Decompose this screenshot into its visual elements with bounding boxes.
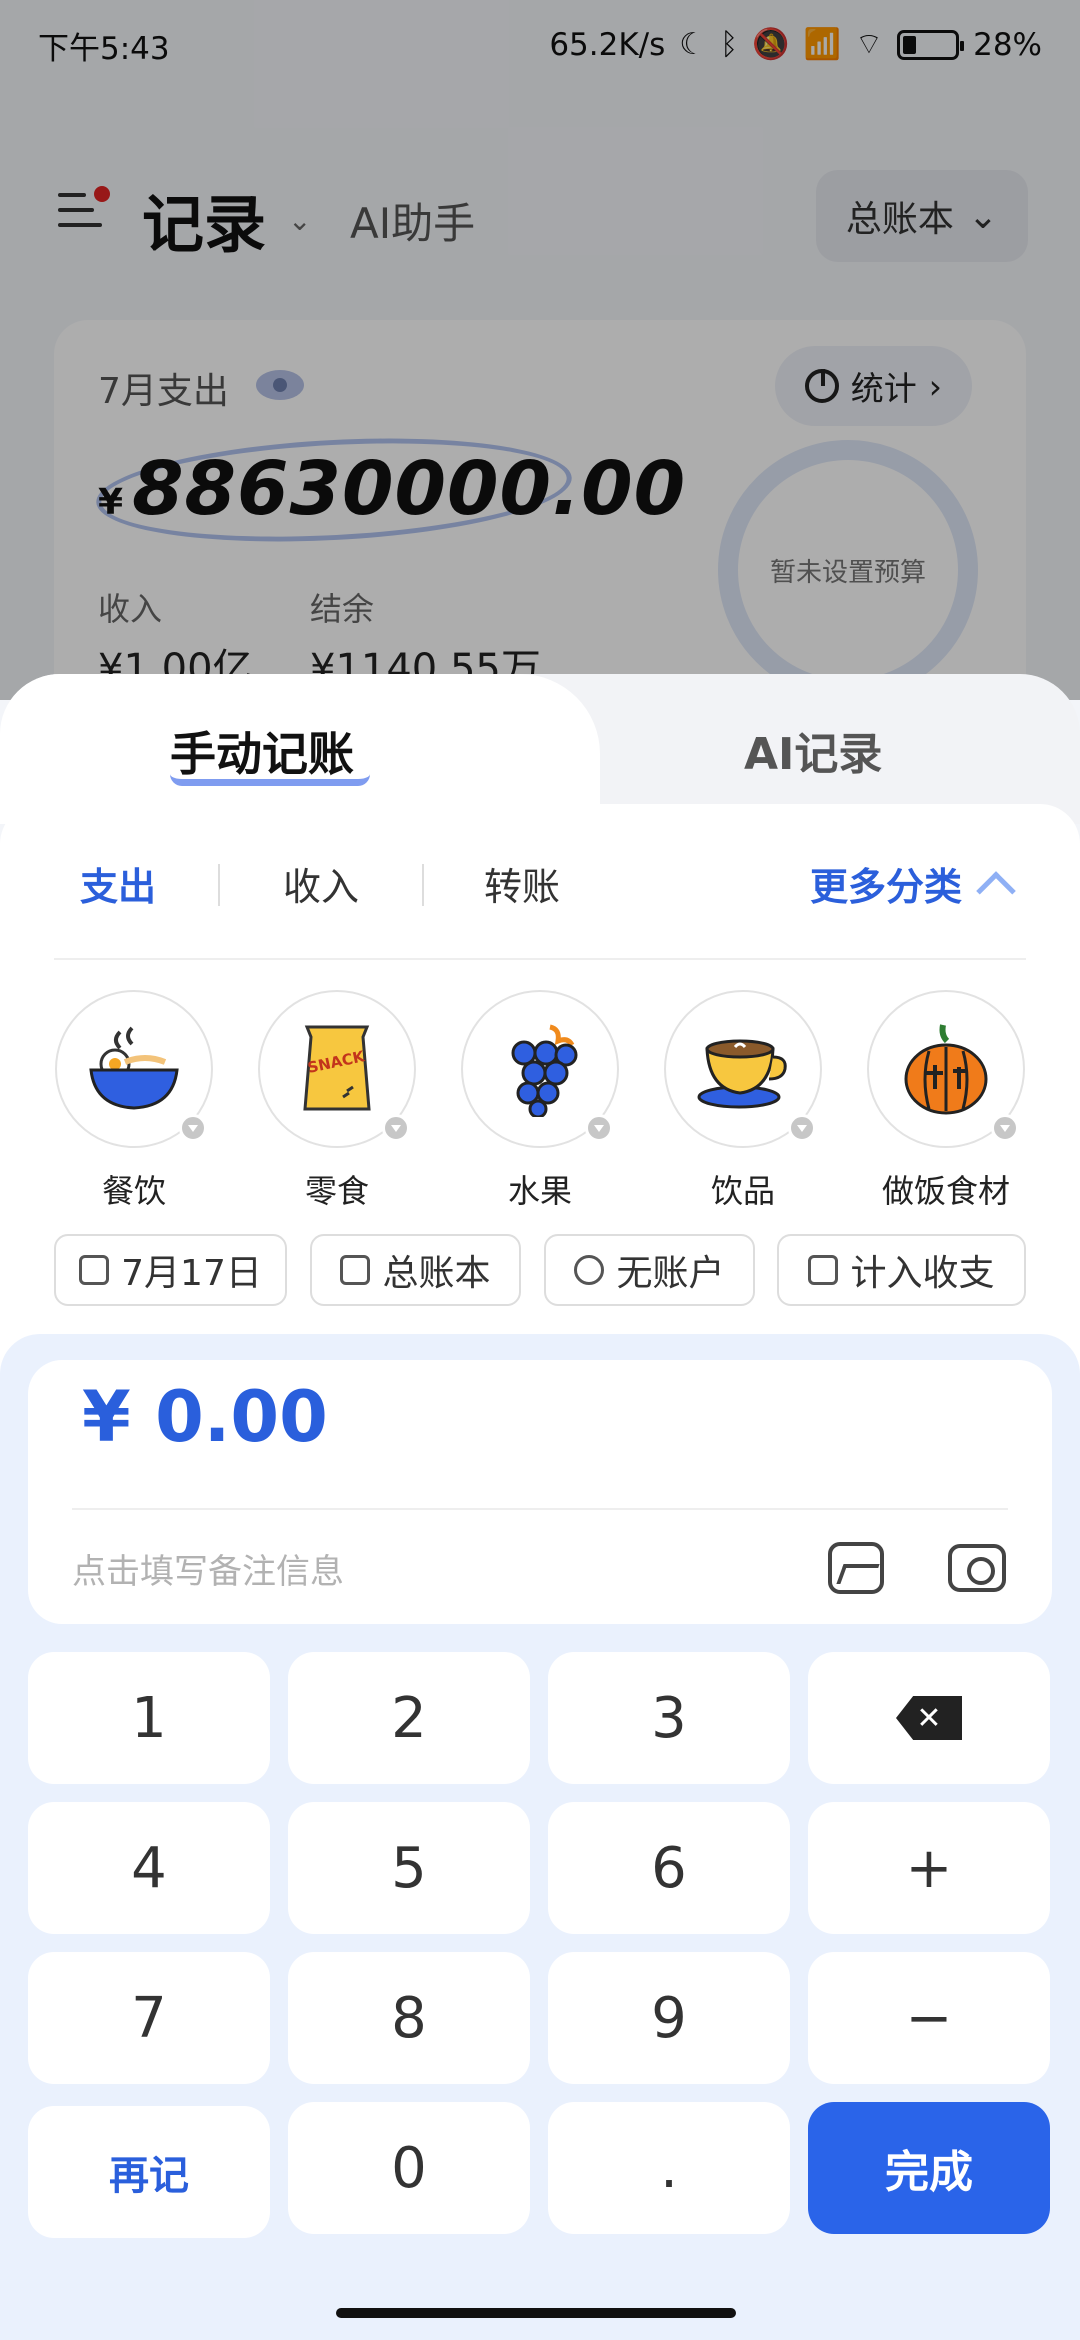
- pumpkin-icon: [904, 1024, 988, 1115]
- camera-icon[interactable]: [948, 1544, 1006, 1592]
- date-label: 7月17日: [121, 1253, 262, 1294]
- record-sheet: 手动记账 AI记录 支出 收入 转账 更多分类 餐饮 SNACK 零食 水果 饮…: [0, 674, 1080, 2340]
- category-label: 饮品: [710, 1172, 775, 1210]
- type-expense[interactable]: 支出: [80, 856, 156, 911]
- dim-overlay[interactable]: [0, 0, 1080, 700]
- key-9[interactable]: 9: [548, 1952, 790, 2084]
- coffee-cup-icon: [697, 1039, 787, 1109]
- type-selector: 支出 收入 转账 更多分类: [0, 856, 1080, 926]
- key-0[interactable]: 0: [288, 2102, 530, 2234]
- category-list: 餐饮 SNACK 零食 水果 饮品 做饭食材: [0, 990, 1080, 1210]
- key-7[interactable]: 7: [28, 1952, 270, 2084]
- more-categories-label: 更多分类: [809, 865, 962, 909]
- category-label: 餐饮: [101, 1172, 166, 1210]
- dropdown-badge-icon: [382, 1114, 410, 1142]
- record-again-button[interactable]: 再记: [28, 2106, 270, 2238]
- checklist-icon: [808, 1255, 839, 1285]
- tab-ai-record[interactable]: AI记录: [744, 718, 882, 782]
- category-label: 零食: [304, 1172, 369, 1210]
- type-transfer[interactable]: 转账: [484, 856, 560, 911]
- divider: [54, 958, 1026, 960]
- account-chip-label: 无账户: [616, 1253, 725, 1294]
- dropdown-badge-icon: [179, 1114, 207, 1142]
- amount-card: ¥ 0.00 点击填写备注信息: [28, 1360, 1052, 1624]
- category-ingredients[interactable]: 做饭食材: [866, 990, 1026, 1212]
- note-input[interactable]: 点击填写备注信息: [72, 1544, 344, 1593]
- done-button[interactable]: 完成: [808, 2102, 1050, 2234]
- type-divider: [422, 864, 424, 906]
- backspace-icon: ✕: [896, 1696, 962, 1740]
- grapes-icon: [511, 1024, 578, 1117]
- key-2[interactable]: 2: [288, 1652, 530, 1784]
- sheet-body: 支出 收入 转账 更多分类 餐饮 SNACK 零食 水果 饮品 做饭食材 7月1…: [0, 804, 1080, 2340]
- key-8[interactable]: 8: [288, 1952, 530, 2084]
- tab-underline: [170, 774, 370, 786]
- type-divider: [218, 864, 220, 906]
- category-dining[interactable]: 餐饮: [54, 990, 214, 1212]
- category-icon-wrap: [664, 990, 822, 1148]
- key-1[interactable]: 1: [28, 1652, 270, 1784]
- category-icon-wrap: [55, 990, 213, 1148]
- image-icon[interactable]: [828, 1542, 884, 1594]
- account-chip[interactable]: 无账户: [544, 1234, 755, 1306]
- calendar-icon: [79, 1255, 110, 1285]
- snack-bag-icon: SNACK: [303, 1025, 371, 1111]
- key-plus[interactable]: +: [808, 1802, 1050, 1934]
- count-in-label: 计入收支: [850, 1253, 995, 1294]
- more-categories-button[interactable]: 更多分类: [809, 856, 1016, 911]
- key-6[interactable]: 6: [548, 1802, 790, 1934]
- ledger-chip-label: 总账本: [382, 1253, 491, 1294]
- category-icon-wrap: SNACK: [258, 990, 416, 1148]
- dropdown-badge-icon: [991, 1114, 1019, 1142]
- ledger-chip[interactable]: 总账本: [310, 1234, 521, 1306]
- category-snacks[interactable]: SNACK 零食: [257, 990, 417, 1212]
- noodle-bowl-icon: [89, 1026, 179, 1110]
- option-chips: 7月17日 总账本 无账户 计入收支: [0, 1234, 1080, 1310]
- wallet-icon: [574, 1255, 605, 1285]
- dropdown-badge-icon: [585, 1114, 613, 1142]
- key-4[interactable]: 4: [28, 1802, 270, 1934]
- category-fruit[interactable]: 水果: [460, 990, 620, 1212]
- category-label: 做饭食材: [881, 1172, 1010, 1210]
- category-icon-wrap: [461, 990, 619, 1148]
- book-icon: [340, 1255, 371, 1285]
- count-in-chip[interactable]: 计入收支: [777, 1234, 1026, 1306]
- divider: [72, 1508, 1008, 1510]
- dropdown-badge-icon: [788, 1114, 816, 1142]
- keypad-area: ¥ 0.00 点击填写备注信息 1 2 3 ✕ 4 5 6 + 7 8 9 − …: [0, 1334, 1080, 2340]
- chevron-up-icon: [976, 870, 1016, 911]
- backspace-key[interactable]: ✕: [808, 1652, 1050, 1784]
- key-5[interactable]: 5: [288, 1802, 530, 1934]
- category-label: 水果: [507, 1172, 572, 1210]
- key-3[interactable]: 3: [548, 1652, 790, 1784]
- key-dot[interactable]: .: [548, 2102, 790, 2234]
- amount-display: ¥ 0.00: [82, 1376, 328, 1458]
- home-indicator[interactable]: [336, 2308, 736, 2318]
- date-chip[interactable]: 7月17日: [54, 1234, 287, 1306]
- category-drinks[interactable]: 饮品: [663, 990, 823, 1212]
- key-minus[interactable]: −: [808, 1952, 1050, 2084]
- category-icon-wrap: [867, 990, 1025, 1148]
- type-income[interactable]: 收入: [283, 856, 359, 911]
